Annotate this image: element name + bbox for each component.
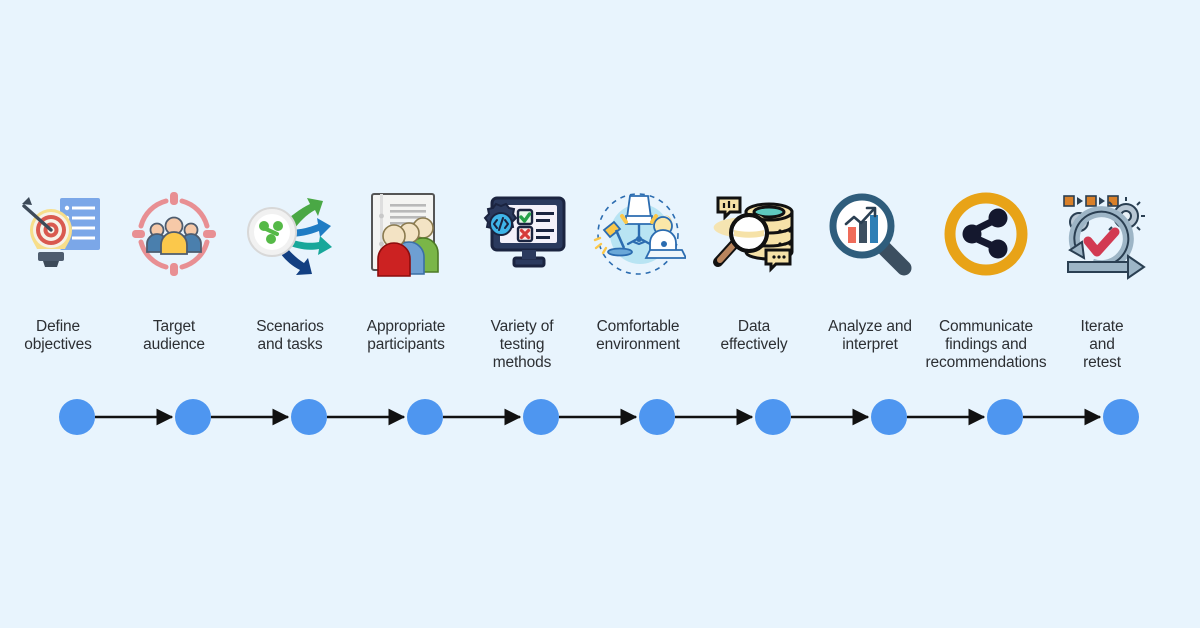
process-step-6-label: Comfortable environment	[596, 318, 680, 353]
timeline-node	[1103, 399, 1139, 435]
process-step-9-label: Communicate findings and recommendations	[925, 318, 1047, 371]
target-lightbulb-document-icon	[10, 186, 106, 282]
process-step-7-label: Data effectively	[720, 318, 788, 353]
timeline-node	[987, 399, 1023, 435]
audience-target-group-icon	[126, 186, 222, 282]
timeline-node	[407, 399, 443, 435]
branching-arrows-scenarios-icon	[242, 186, 338, 282]
process-timeline	[0, 398, 1200, 438]
process-steps-row: Define objectives Target audience Scenar…	[0, 186, 1200, 372]
magnifier-bar-chart-icon	[822, 186, 918, 282]
timeline-node	[291, 399, 327, 435]
timeline-node	[523, 399, 559, 435]
process-step-8[interactable]: Analyze and interpret	[812, 186, 928, 354]
usability-testing-infographic: Define objectives Target audience Scenar…	[0, 0, 1200, 628]
share-network-icon	[938, 186, 1034, 282]
process-step-1-label: Define objectives	[24, 318, 92, 353]
process-step-3-label: Scenarios and tasks	[256, 318, 324, 353]
process-step-4-label: Appropriate participants	[366, 318, 446, 353]
agile-iteration-loop-icon	[1054, 186, 1150, 282]
timeline-node	[175, 399, 211, 435]
timeline-node	[59, 399, 95, 435]
process-step-6[interactable]: Comfortable environment	[580, 186, 696, 354]
database-magnifier-icon	[706, 186, 802, 282]
process-step-2[interactable]: Target audience	[116, 186, 232, 354]
timeline-node	[871, 399, 907, 435]
process-step-10-label: Iterate and retest	[1080, 318, 1124, 371]
document-participants-icon	[358, 186, 454, 282]
timeline-node	[755, 399, 791, 435]
process-step-4[interactable]: Appropriate participants	[348, 186, 464, 354]
process-step-10[interactable]: Iterate and retest	[1044, 186, 1160, 372]
process-step-2-label: Target audience	[143, 318, 205, 353]
process-step-9[interactable]: Communicate findings and recommendations	[926, 186, 1047, 372]
monitor-test-methods-icon	[474, 186, 570, 282]
process-step-3[interactable]: Scenarios and tasks	[232, 186, 348, 354]
timeline-node	[639, 399, 675, 435]
process-step-5[interactable]: Variety of testing methods	[464, 186, 580, 372]
workspace-environment-icon	[590, 186, 686, 282]
process-step-1[interactable]: Define objectives	[0, 186, 116, 354]
process-step-7[interactable]: Data effectively	[696, 186, 812, 354]
